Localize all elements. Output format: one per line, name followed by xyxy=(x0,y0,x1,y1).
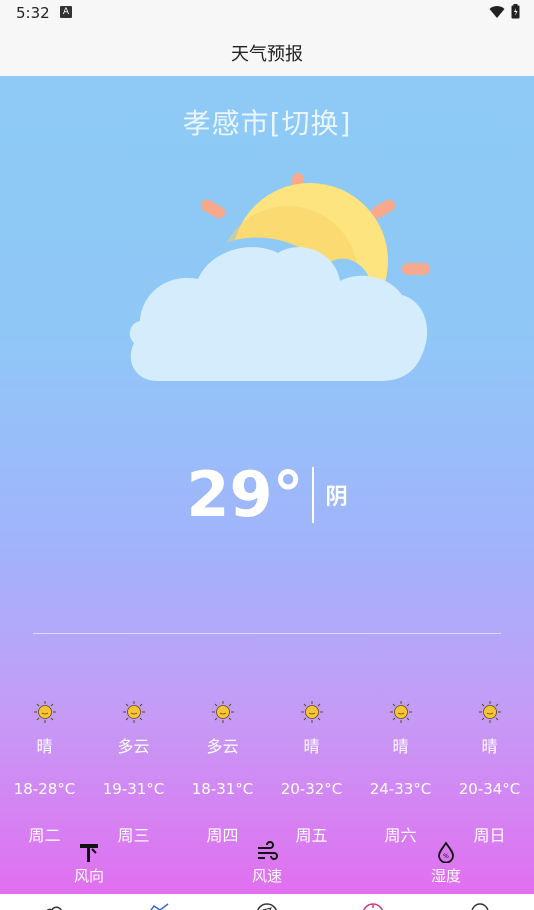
forecast-day: 晴 24-33°C 周六 xyxy=(356,696,445,846)
screen: 5:32 A 天气预报 孝感市[切换] 29° 阴 晴 18-28°C 周二 多… xyxy=(0,0,534,910)
bottom-nav xyxy=(0,894,534,910)
app-title: 天气预报 xyxy=(231,44,303,65)
forecast-temperature-range: 18-31°C xyxy=(191,780,254,798)
forecast-condition: 多云 xyxy=(206,737,239,756)
forecast-condition: 晴 xyxy=(36,737,53,756)
search-icon[interactable] xyxy=(468,900,492,910)
forecast-condition: 晴 xyxy=(481,737,498,756)
forecast-condition: 晴 xyxy=(303,737,320,756)
drop-icon: % xyxy=(438,841,454,863)
detail-humidity: % 湿度 xyxy=(401,841,491,886)
forecast-temperature-range: 18-28°C xyxy=(13,780,76,798)
forecast-temperature-range: 20-34°C xyxy=(458,780,521,798)
forecast-day: 晴 20-34°C 周日 xyxy=(445,696,534,846)
weather-main: 孝感市[切换] 29° 阴 晴 18-28°C 周二 多云 19-31°C 周三… xyxy=(0,76,534,894)
forecast-temperature-range: 19-31°C xyxy=(102,780,165,798)
sun-icon xyxy=(389,701,412,723)
map-icon[interactable] xyxy=(146,900,170,910)
detail-label: 湿度 xyxy=(430,867,461,885)
forecast-temperature-range: 20-32°C xyxy=(280,780,343,798)
status-right xyxy=(489,4,520,19)
cloud-sun-icon xyxy=(129,173,430,381)
a-letter-icon: A xyxy=(60,6,72,18)
current-condition: 阴 xyxy=(325,485,348,510)
forecast-temperature-range: 24-33°C xyxy=(369,780,432,798)
current-temperature: 29° xyxy=(186,458,304,531)
wind-icon xyxy=(258,841,278,860)
forecast-day: 晴 18-28°C 周二 xyxy=(0,696,89,846)
sun-icon xyxy=(300,701,323,723)
forecast-condition: 多云 xyxy=(117,737,150,756)
city-switch-button[interactable]: 孝感市[切换] xyxy=(0,102,534,142)
detail-wind-direction: 风向 xyxy=(44,841,134,886)
clock-icon[interactable] xyxy=(361,900,385,910)
wind-vane-icon xyxy=(80,844,98,862)
detail-label: 风速 xyxy=(251,867,282,885)
detail-label: 风向 xyxy=(73,867,104,885)
section-divider xyxy=(33,633,501,634)
sun-icon xyxy=(33,701,56,723)
forecast-list: 晴 18-28°C 周二 多云 19-31°C 周三 多云 18-31°C 周四… xyxy=(0,696,534,856)
status-bar: 5:32 A xyxy=(0,0,534,28)
app-bar: 天气预报 xyxy=(0,28,534,77)
sun-icon xyxy=(211,701,234,723)
sun-icon xyxy=(478,701,501,723)
forecast-day: 多云 19-31°C 周三 xyxy=(89,696,178,846)
status-time: 5:32 xyxy=(16,4,50,22)
forecast-day: 多云 18-31°C 周四 xyxy=(178,696,267,846)
forecast-day: 晴 20-32°C 周五 xyxy=(267,696,356,846)
compass-icon[interactable] xyxy=(255,900,279,910)
svg-text:%: % xyxy=(443,853,449,860)
weather-icon[interactable] xyxy=(42,900,66,910)
detail-wind-speed: 风速 xyxy=(222,841,312,886)
battery-icon xyxy=(511,4,520,19)
current-weather: 29° 阴 xyxy=(0,464,534,526)
temperature-divider xyxy=(311,467,314,523)
forecast-condition: 晴 xyxy=(392,737,409,756)
sun-icon xyxy=(122,701,145,723)
wifi-icon xyxy=(489,5,505,18)
